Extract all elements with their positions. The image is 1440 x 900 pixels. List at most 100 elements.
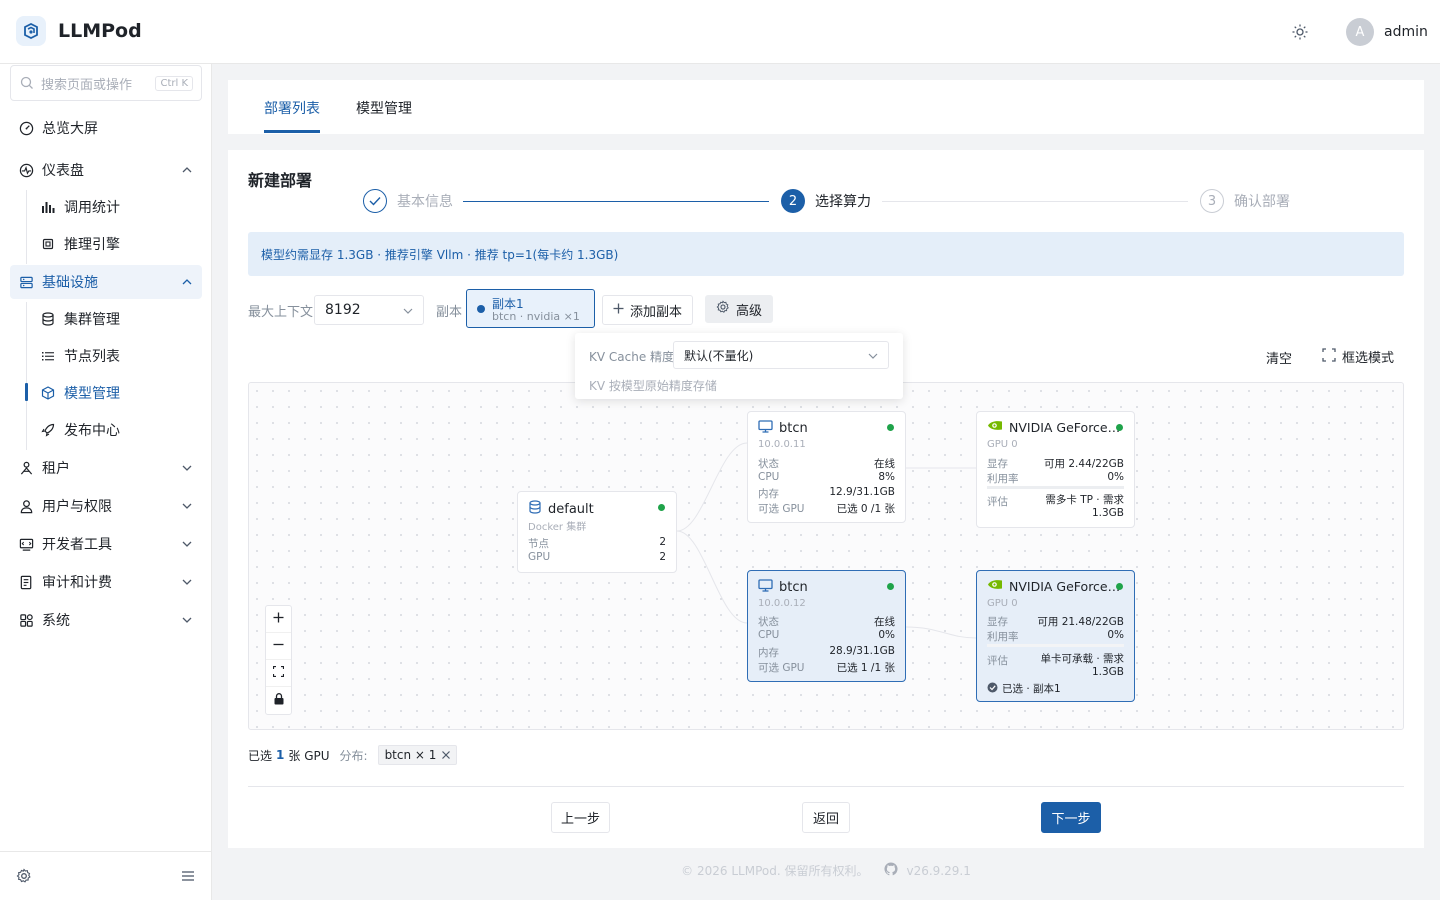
selection-summary: 已选 1 张 GPU 分布: btcn × 1 bbox=[248, 745, 458, 765]
menu-collapse-icon[interactable] bbox=[180, 868, 196, 884]
gpu-eval-value: 需多卡 TP · 需求 1.3GB bbox=[1045, 494, 1124, 519]
username: admin bbox=[1384, 24, 1428, 40]
sidebar-item-audit-billing[interactable]: 审计和计费 bbox=[10, 565, 202, 599]
distribution-chip-label: btcn × 1 bbox=[384, 748, 437, 762]
plus-icon bbox=[273, 612, 284, 627]
close-icon[interactable] bbox=[442, 748, 451, 762]
sidebar-item-release-center[interactable]: 发布中心 bbox=[34, 414, 202, 446]
receipt-icon bbox=[18, 574, 34, 590]
brand[interactable]: LLMPod bbox=[16, 16, 142, 46]
theme-toggle-button[interactable] bbox=[1288, 20, 1312, 44]
replica-detail: btcn · nvidia ×1 bbox=[492, 310, 580, 323]
kv-cache-label: KV Cache 精度 bbox=[589, 350, 675, 364]
sidebar-item-label: 开发者工具 bbox=[42, 537, 112, 553]
sidebar-item-label: 审计和计费 bbox=[42, 575, 112, 591]
sidebar-item-infrastructure[interactable]: 基础设施 bbox=[10, 265, 202, 299]
settings-gear-icon[interactable] bbox=[16, 868, 32, 884]
copyright: © 2026 LLMPod. 保留所有权利。 bbox=[681, 864, 869, 878]
chevron-down-icon bbox=[180, 499, 194, 513]
host-node-selected[interactable]: btcn 10.0.0.12 状态 在线 CPU 0% 内存 28.9/31.1GB … bbox=[747, 570, 906, 682]
status-online-dot bbox=[887, 583, 894, 590]
next-step-button[interactable]: 下一步 bbox=[1041, 802, 1101, 833]
sidebar-item-node-list[interactable]: 节点列表 bbox=[34, 340, 202, 372]
step-number: 2 bbox=[781, 189, 805, 213]
fit-view-button[interactable] bbox=[266, 660, 291, 687]
status-online-dot bbox=[658, 504, 665, 511]
sidebar-item-dashboard[interactable]: 仪表盘 bbox=[10, 153, 202, 187]
host-row: CPU 0% bbox=[758, 629, 895, 641]
github-icon[interactable] bbox=[884, 862, 899, 879]
active-indicator bbox=[25, 383, 28, 401]
page-title: 新建部署 bbox=[248, 171, 313, 190]
tab-deployment-list[interactable]: 部署列表 bbox=[264, 98, 320, 118]
host-row: 状态 在线 bbox=[758, 458, 895, 470]
search-input[interactable]: 搜索页面或操作 Ctrl K bbox=[10, 65, 202, 101]
sidebar-item-tenant[interactable]: 租户 bbox=[10, 451, 202, 485]
summary-prefix: 已选 bbox=[248, 748, 273, 763]
max-context-select[interactable]: 8192 bbox=[314, 295, 424, 325]
gear-icon bbox=[716, 300, 730, 318]
selection-frame-icon bbox=[1322, 347, 1336, 366]
sidebar-footer bbox=[0, 851, 212, 900]
host-row: CPU 8% bbox=[758, 471, 895, 483]
sidebar-item-system[interactable]: 系统 bbox=[10, 603, 202, 637]
user-menu[interactable]: A admin bbox=[1346, 18, 1428, 46]
zoom-in-button[interactable] bbox=[266, 606, 291, 633]
sub-divider bbox=[26, 302, 27, 450]
sidebar-item-label: 发布中心 bbox=[64, 423, 120, 439]
tabs-card: 部署列表 模型管理 bbox=[228, 80, 1424, 134]
chevron-up-icon bbox=[180, 275, 194, 289]
host-node-header: btcn bbox=[758, 579, 808, 596]
gpu-index: GPU 0 bbox=[987, 439, 1018, 450]
lock-button[interactable] bbox=[266, 687, 291, 714]
replica-chip[interactable]: 副本1 btcn · nvidia ×1 bbox=[466, 289, 595, 328]
cluster-type: Docker 集群 bbox=[528, 522, 587, 533]
fit-view-icon bbox=[272, 665, 285, 681]
distribution-label: 分布: bbox=[339, 748, 368, 763]
kv-cache-popover: KV Cache 精度 默认(不量化) KV 按模型原始精度存储 bbox=[575, 333, 903, 399]
prev-step-button[interactable]: 上一步 bbox=[551, 802, 610, 833]
cluster-name: default bbox=[548, 501, 594, 517]
box-select-button[interactable]: 框选模式 bbox=[1322, 347, 1394, 366]
sidebar-item-cluster-management[interactable]: 集群管理 bbox=[34, 303, 202, 335]
sidebar-item-label: 租户 bbox=[42, 461, 70, 477]
step-confirm: 3 确认部署 bbox=[1200, 189, 1290, 213]
gpu-node-header: NVIDIA GeForce… bbox=[987, 420, 1120, 435]
sidebar-item-users-permissions[interactable]: 用户与权限 bbox=[10, 489, 202, 523]
search-shortcut: Ctrl K bbox=[155, 75, 193, 91]
topology-canvas[interactable]: default Docker 集群 节点 2 GPU 2 btcn 10.0.0.1… bbox=[248, 382, 1404, 730]
kv-cache-select[interactable]: 默认(不量化) bbox=[673, 341, 889, 369]
chip-icon bbox=[40, 236, 56, 252]
cluster-node[interactable]: default Docker 集群 节点 2 GPU 2 bbox=[517, 491, 677, 573]
top-bar: LLMPod A admin bbox=[0, 0, 1440, 64]
gpu-row: 显存 可用 21.48/22GB bbox=[987, 616, 1124, 628]
monitor-icon bbox=[758, 579, 773, 596]
sidebar-item-label: 系统 bbox=[42, 613, 70, 629]
sidebar-item-model-management[interactable]: 模型管理 bbox=[34, 377, 202, 409]
sidebar-item-inference-engine[interactable]: 推理引擎 bbox=[34, 228, 202, 260]
clear-button[interactable]: 清空 bbox=[1266, 348, 1292, 367]
sidebar-item-overview[interactable]: 总览大屏 bbox=[10, 111, 202, 145]
search-icon bbox=[19, 75, 35, 91]
box-select-label: 框选模式 bbox=[1342, 351, 1395, 366]
gpu-row: 利用率 0% bbox=[987, 629, 1124, 643]
step-basic-info[interactable]: 基本信息 bbox=[363, 189, 453, 213]
grid-icon bbox=[18, 612, 34, 628]
gpu-node-selected[interactable]: NVIDIA GeForce… GPU 0 显存 可用 21.48/22GB 利用… bbox=[976, 570, 1135, 702]
back-button[interactable]: 返回 bbox=[802, 802, 850, 833]
zoom-out-button[interactable] bbox=[266, 633, 291, 660]
gpu-selected-tag: 已选 · 副本1 bbox=[987, 681, 1061, 696]
gpu-node[interactable]: NVIDIA GeForce… GPU 0 显存 可用 2.44/22GB 利用率… bbox=[976, 411, 1135, 528]
sidebar-item-call-stats[interactable]: 调用统计 bbox=[34, 191, 202, 223]
sidebar-item-developer-tools[interactable]: 开发者工具 bbox=[10, 527, 202, 561]
replica-dot bbox=[477, 305, 485, 313]
tab-model-management[interactable]: 模型管理 bbox=[356, 98, 412, 118]
advanced-button[interactable]: 高级 bbox=[705, 295, 773, 323]
host-node[interactable]: btcn 10.0.0.11 状态 在线 CPU 8% 内存 12.9/31.1GB … bbox=[747, 411, 906, 523]
sidebar-item-label: 基础设施 bbox=[42, 275, 98, 291]
bar-chart-icon bbox=[40, 199, 56, 215]
database-icon bbox=[528, 500, 542, 518]
chevron-down-icon bbox=[180, 461, 194, 475]
utilization-bar bbox=[987, 486, 1124, 489]
add-replica-button[interactable]: 添加副本 bbox=[602, 295, 693, 325]
